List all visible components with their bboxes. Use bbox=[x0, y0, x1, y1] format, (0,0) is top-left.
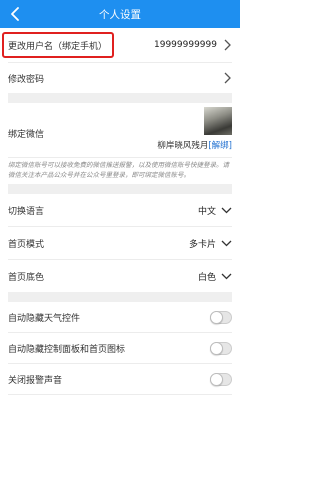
switch-knob bbox=[210, 310, 223, 324]
home-mode-label: 首页模式 bbox=[8, 239, 45, 250]
back-button[interactable] bbox=[6, 0, 24, 28]
chevron-right-icon bbox=[224, 39, 231, 51]
bind-wechat-label: 绑定微信 bbox=[8, 130, 45, 140]
switch-knob bbox=[210, 341, 223, 355]
wechat-note: 绑定微信账号可以接收免费的微信推送报警，以及使用微信账号快捷登录。请微信关注本产… bbox=[8, 161, 229, 179]
language-row[interactable]: 切换语言 中文 bbox=[0, 194, 240, 226]
hide-weather-switch[interactable] bbox=[210, 310, 232, 324]
section-gap bbox=[8, 292, 232, 302]
section-gap bbox=[8, 184, 232, 194]
change-password-row[interactable]: 修改密码 bbox=[0, 63, 240, 93]
phone-number-value: 19999999999 bbox=[154, 40, 217, 50]
home-bg-row[interactable]: 首页底色 白色 bbox=[0, 260, 240, 292]
mute-alarm-switch[interactable] bbox=[210, 372, 232, 386]
toggle-row-hide-weather: 自动隐藏天气控件 bbox=[0, 302, 240, 332]
home-bg-label: 首页底色 bbox=[8, 272, 45, 283]
hide-weather-label: 自动隐藏天气控件 bbox=[8, 313, 81, 324]
wechat-nickname: 柳岸晓风残月 bbox=[157, 141, 209, 151]
section-gap bbox=[8, 93, 232, 103]
wechat-nickname-line: 柳岸晓风残月[解绑] bbox=[157, 139, 232, 151]
hide-panel-label: 自动隐藏控制面板和首页图标 bbox=[8, 344, 126, 355]
change-password-label: 修改密码 bbox=[8, 74, 45, 85]
chevron-left-icon bbox=[11, 7, 19, 21]
chevron-down-icon bbox=[221, 207, 232, 214]
highlight-box bbox=[2, 32, 114, 58]
hide-panel-switch[interactable] bbox=[210, 341, 232, 355]
language-value: 中文 bbox=[197, 206, 216, 217]
chevron-right-icon bbox=[224, 72, 231, 84]
top-bar: 个人设置 bbox=[0, 0, 240, 28]
page-title: 个人设置 bbox=[99, 8, 141, 21]
mute-alarm-label: 关闭报警声音 bbox=[8, 375, 63, 386]
wechat-avatar bbox=[204, 107, 232, 135]
divider bbox=[8, 394, 232, 395]
chevron-down-icon bbox=[221, 240, 232, 247]
home-bg-value: 白色 bbox=[197, 272, 216, 283]
switch-knob bbox=[210, 372, 223, 386]
chevron-down-icon bbox=[221, 273, 232, 280]
home-mode-row[interactable]: 首页模式 多卡片 bbox=[0, 227, 240, 259]
toggle-row-hide-panel: 自动隐藏控制面板和首页图标 bbox=[0, 333, 240, 363]
toggle-row-mute-alarm: 关闭报警声音 bbox=[0, 364, 240, 394]
language-label: 切换语言 bbox=[8, 206, 45, 217]
change-username-row[interactable]: 更改用户名（绑定手机） 19999999999 bbox=[0, 28, 240, 62]
bind-wechat-row: 绑定微信 柳岸晓风残月[解绑] bbox=[0, 103, 240, 157]
home-mode-value: 多卡片 bbox=[188, 239, 216, 250]
unbind-wechat-link[interactable]: [解绑] bbox=[208, 141, 232, 151]
